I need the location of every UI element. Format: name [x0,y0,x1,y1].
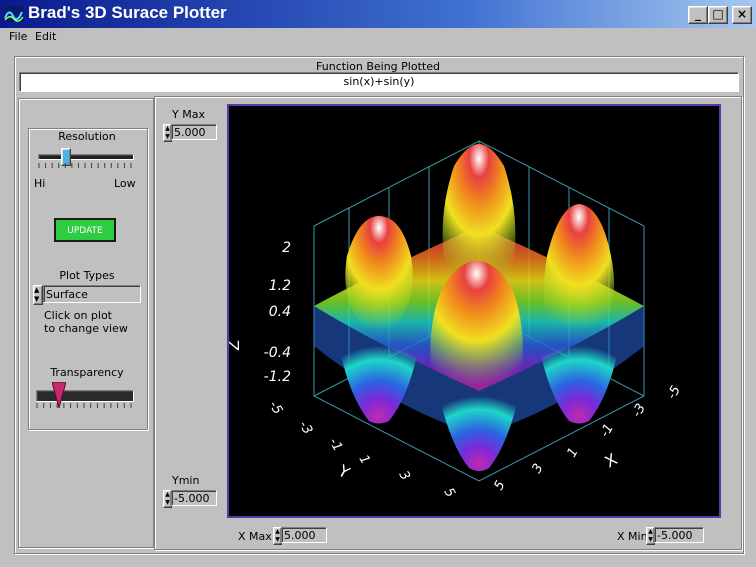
plot-canvas[interactable]: 2 1.2 0.4 -0.4 -1.2 Z -5 -3 -1 1 3 5 Y 5… [227,104,721,518]
y-tick: -3 [296,419,315,438]
spin-down-icon[interactable]: ▼ [647,536,654,544]
y-axis-label: Y [334,461,353,483]
spin-up-icon[interactable]: ▲ [164,125,171,133]
close-icon: × [736,7,748,21]
minimize-button[interactable]: _ [688,6,708,24]
z-tick: -1.2 [264,369,291,385]
ymin-input[interactable]: -5.000 [171,490,217,506]
ymax-label: Y Max [172,108,205,121]
xmax-label: X Max [238,530,272,543]
y-tick: 1 [356,453,373,468]
x-tick: -3 [629,401,648,420]
transparency-slider-track[interactable] [36,390,134,402]
maximize-button[interactable]: □ [708,6,728,24]
spin-down-icon[interactable]: ▼ [34,295,42,304]
plot-types-label: Plot Types [59,269,115,282]
update-button[interactable]: UPDATE [54,218,116,242]
menu-bar: File Edit [0,28,756,46]
surface-plot[interactable]: 2 1.2 0.4 -0.4 -1.2 Z -5 -3 -1 1 3 5 Y 5… [229,106,719,516]
xmin-input[interactable]: -5.000 [654,527,704,543]
spin-up-icon[interactable]: ▲ [34,286,42,295]
spin-down-icon[interactable]: ▼ [274,536,281,544]
ymin-label: Ymin [172,474,200,487]
plot-type-spinner[interactable]: ▲ ▼ [33,285,43,305]
view-hint-line2: to change view [44,322,128,335]
resolution-slider-track[interactable] [38,154,134,160]
menu-file[interactable]: File [9,30,27,43]
spin-down-icon[interactable]: ▼ [164,499,171,507]
xmin-label: X Min [617,530,648,543]
ymax-input[interactable]: 5.000 [171,124,217,140]
x-tick: -1 [597,421,616,440]
close-button[interactable]: × [732,6,752,24]
resolution-label: Resolution [58,130,116,143]
z-tick: 2 [282,240,291,256]
x-axis-label: X [602,450,621,472]
x-tick: 1 [564,445,581,460]
view-hint-line1: Click on plot [44,309,112,322]
plot-type-select[interactable]: Surface [43,285,141,303]
function-input[interactable]: sin(x)+sin(y) [19,72,739,92]
window-title: Brad's 3D Surace Plotter [28,3,227,22]
xmax-input[interactable]: 5.000 [281,527,327,543]
spin-up-icon[interactable]: ▲ [274,528,281,536]
x-tick: 3 [529,461,546,476]
y-tick: 3 [396,469,413,484]
y-tick: -5 [266,399,285,418]
z-tick: 0.4 [269,304,291,320]
spin-up-icon[interactable]: ▲ [647,528,654,536]
transparency-label: Transparency [50,366,124,379]
resolution-ticks [38,163,132,168]
z-axis-label: Z [229,340,243,351]
x-tick: 5 [491,478,508,493]
spin-down-icon[interactable]: ▼ [164,133,171,141]
y-tick: -1 [326,436,345,455]
title-bar[interactable]: Brad's 3D Surace Plotter _ □ × [0,0,756,28]
x-tick: -5 [664,383,683,402]
spin-up-icon[interactable]: ▲ [164,491,171,499]
resolution-low-label: Low [114,177,136,190]
y-tick: 5 [441,486,458,501]
app-icon [4,6,24,22]
z-tick: -0.4 [264,345,291,361]
resolution-hi-label: Hi [34,177,46,190]
z-tick: 1.2 [269,278,291,294]
transparency-ticks [36,403,132,408]
menu-edit[interactable]: Edit [35,30,56,43]
minimize-icon: _ [695,7,701,21]
maximize-icon: □ [712,7,724,21]
